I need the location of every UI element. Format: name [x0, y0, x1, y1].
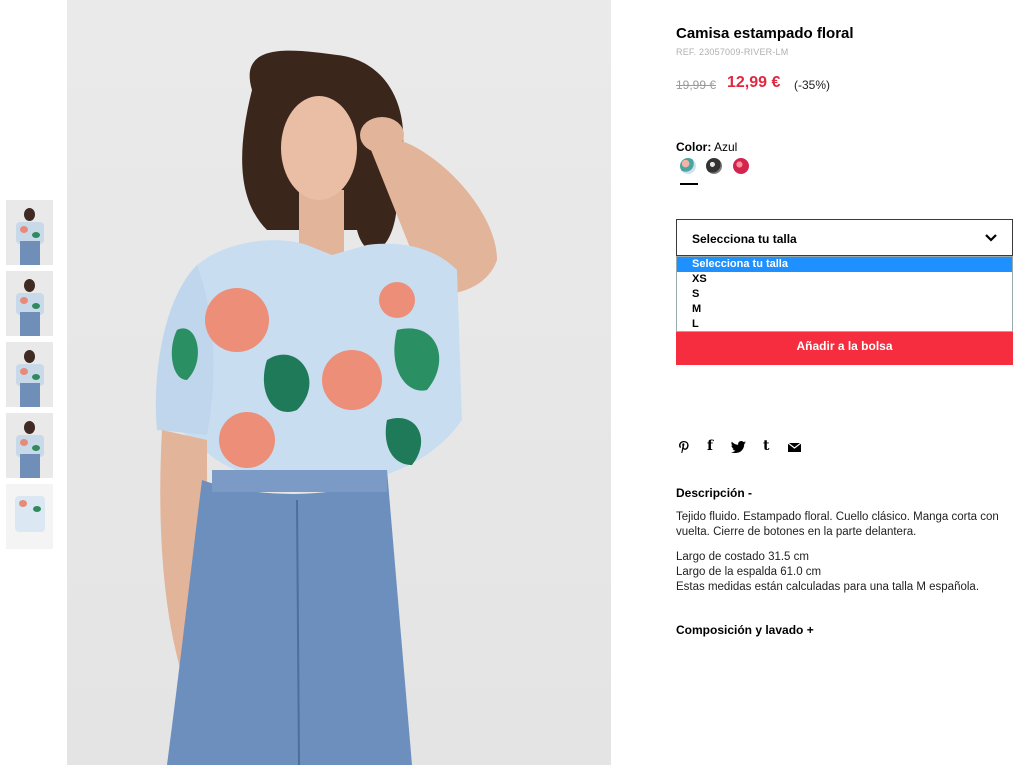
composition-heading[interactable]: Composición y lavado + [676, 623, 814, 637]
thumbnail-3[interactable] [6, 342, 53, 407]
twitter-icon[interactable] [731, 441, 746, 453]
thumbnail-5[interactable] [6, 484, 53, 549]
size-option-m[interactable]: M [677, 302, 1012, 317]
measure-side-length: Largo de costado 31.5 cm [676, 551, 809, 563]
color-value: Azul [714, 140, 738, 154]
size-option-placeholder[interactable]: Selecciona tu talla [677, 257, 1012, 272]
product-main-image[interactable] [67, 0, 611, 765]
size-option-l[interactable]: L [677, 317, 1012, 332]
size-select[interactable]: Selecciona tu talla [676, 219, 1013, 256]
thumbnail-gallery [6, 200, 53, 555]
measure-size-note: Estas medidas están calculadas para una … [676, 581, 980, 593]
pinterest-icon[interactable] [678, 440, 690, 454]
color-label: Color: [676, 140, 712, 154]
description-heading[interactable]: Descripción - [676, 486, 752, 500]
size-options-list: Selecciona tu talla XS S M L [676, 256, 1013, 332]
swatch-pink[interactable] [733, 158, 749, 174]
facebook-icon[interactable]: f [707, 438, 713, 454]
size-option-xs[interactable]: XS [677, 272, 1012, 287]
thumbnail-4[interactable] [6, 413, 53, 478]
mail-icon[interactable] [788, 443, 801, 452]
chevron-down-icon [985, 234, 997, 242]
product-reference: REF. 23057009-RIVER-LM [676, 47, 789, 57]
thumbnail-1[interactable] [6, 200, 53, 265]
old-price: 19,99 € [676, 78, 717, 92]
thumbnail-2[interactable] [6, 271, 53, 336]
description-text: Tejido fluido. Estampado floral. Cuello … [676, 511, 999, 538]
product-title: Camisa estampado floral [676, 25, 854, 42]
size-option-s[interactable]: S [677, 287, 1012, 302]
color-label-row: Color: Azul [676, 140, 737, 154]
tumblr-icon[interactable]: t [763, 438, 769, 454]
sale-price: 12,99 € [727, 74, 781, 91]
add-to-bag-button[interactable]: Añadir a la bolsa [676, 327, 1013, 365]
swatch-floral-blue[interactable] [680, 158, 696, 174]
size-select-label: Selecciona tu talla [692, 232, 797, 246]
selected-swatch-indicator [680, 183, 698, 185]
swatch-black[interactable] [706, 158, 722, 174]
measure-back-length: Largo de la espalda 61.0 cm [676, 566, 822, 578]
discount-badge: (-35%) [794, 78, 831, 92]
